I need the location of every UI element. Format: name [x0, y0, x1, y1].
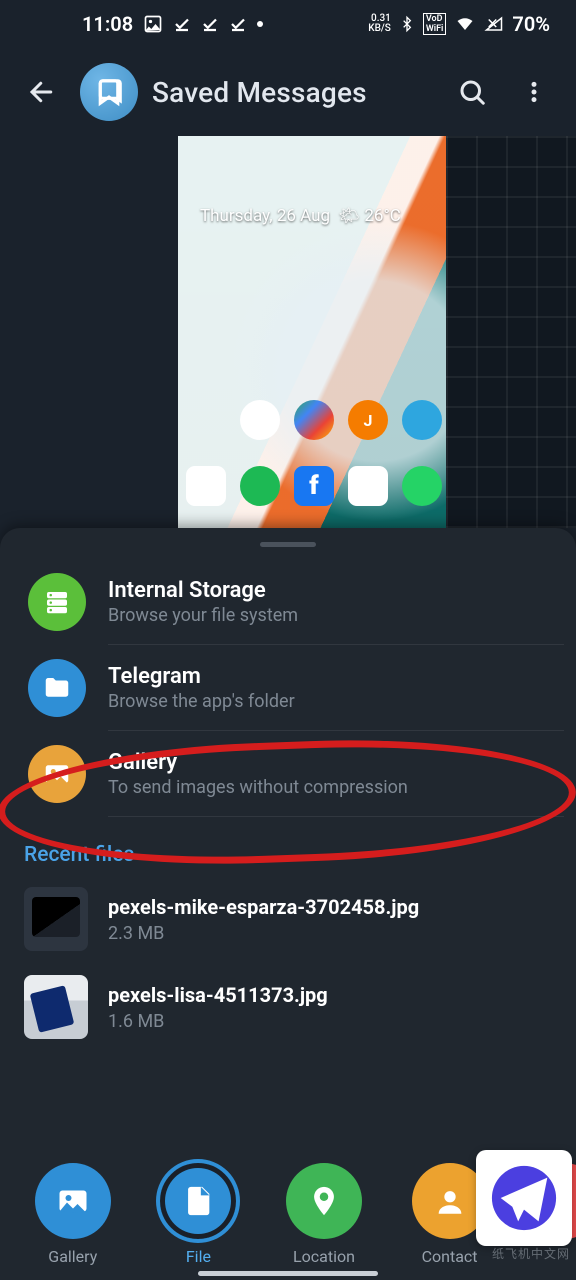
status-bar: 11:08 0.31KB/S VoD WiFiVoDWiFi 70% — [0, 0, 576, 48]
back-button[interactable] — [18, 68, 66, 116]
signal-icon — [484, 15, 504, 33]
app-grid-thumb — [446, 136, 576, 528]
image-icon — [143, 14, 163, 34]
file-icon — [160, 1163, 236, 1239]
gallery-icon — [35, 1163, 111, 1239]
attach-gallery[interactable]: Gallery — [17, 1163, 129, 1266]
chat-media-preview[interactable]: Thursday, 26 Aug 🌤 26°C J f — [178, 136, 576, 528]
status-time: 11:08 — [82, 12, 133, 36]
attach-file[interactable]: File — [142, 1163, 254, 1266]
nav-indicator[interactable] — [198, 1271, 378, 1276]
source-title: Gallery — [108, 750, 408, 775]
source-title: Telegram — [108, 664, 295, 689]
source-internal-storage[interactable]: Internal Storage Browse your file system — [0, 559, 576, 645]
attach-location[interactable]: Location — [268, 1163, 380, 1266]
file-thumbnail — [24, 975, 88, 1039]
file-source-list: Internal Storage Browse your file system… — [0, 553, 576, 817]
app-icon — [294, 400, 334, 440]
source-subtitle: Browse your file system — [108, 605, 298, 626]
promo-caption: 纸飞机中文网 — [492, 1245, 570, 1262]
source-title: Internal Storage — [108, 578, 298, 603]
gallery-icon — [28, 745, 86, 803]
file-size: 2.3 MB — [108, 923, 419, 944]
chat-avatar[interactable] — [80, 63, 138, 121]
bluetooth-icon — [399, 14, 415, 34]
more-button[interactable] — [510, 68, 558, 116]
search-button[interactable] — [448, 68, 496, 116]
vowifi-badge: VoD WiFiVoDWiFi — [423, 13, 447, 35]
file-name: pexels-mike-esparza-3702458.jpg — [108, 895, 419, 919]
battery-text: 70% — [512, 12, 550, 36]
check-icon — [201, 15, 219, 33]
page-title: Saved Messages — [152, 76, 434, 109]
recent-file-item[interactable]: pexels-mike-esparza-3702458.jpg 2.3 MB — [0, 877, 576, 965]
whatsapp-icon — [402, 466, 442, 506]
recent-files-header: Recent files — [0, 817, 576, 877]
spotify-icon — [240, 466, 280, 506]
source-subtitle: To send images without compression — [108, 777, 408, 798]
file-name: pexels-lisa-4511373.jpg — [108, 983, 328, 1007]
app-bar: Saved Messages — [0, 48, 576, 136]
dot-icon — [257, 21, 263, 27]
file-size: 1.6 MB — [108, 1011, 328, 1032]
attach-label: Location — [293, 1247, 355, 1266]
promo-badge — [476, 1150, 572, 1246]
wifi-icon — [454, 15, 476, 33]
check-icon — [173, 15, 191, 33]
wallpaper-overlay: Thursday, 26 Aug 🌤 26°C — [200, 206, 401, 226]
play-store-icon — [348, 466, 388, 506]
youtube-icon — [186, 466, 226, 506]
storage-icon — [28, 573, 86, 631]
net-rate: 0.31KB/S — [368, 14, 391, 34]
check-icon — [229, 15, 247, 33]
attach-label: Gallery — [48, 1247, 97, 1266]
app-icon — [240, 400, 280, 440]
location-icon — [286, 1163, 362, 1239]
source-subtitle: Browse the app's folder — [108, 691, 295, 712]
folder-icon — [28, 659, 86, 717]
attach-label: File — [186, 1247, 211, 1266]
attach-label: Contact — [422, 1247, 478, 1266]
sheet-handle[interactable] — [260, 542, 316, 547]
recent-file-item[interactable]: pexels-lisa-4511373.jpg 1.6 MB — [0, 965, 576, 1053]
file-thumbnail — [24, 887, 88, 951]
source-gallery[interactable]: Gallery To send images without compressi… — [0, 731, 576, 817]
telegram-icon — [402, 400, 442, 440]
source-telegram[interactable]: Telegram Browse the app's folder — [0, 645, 576, 731]
